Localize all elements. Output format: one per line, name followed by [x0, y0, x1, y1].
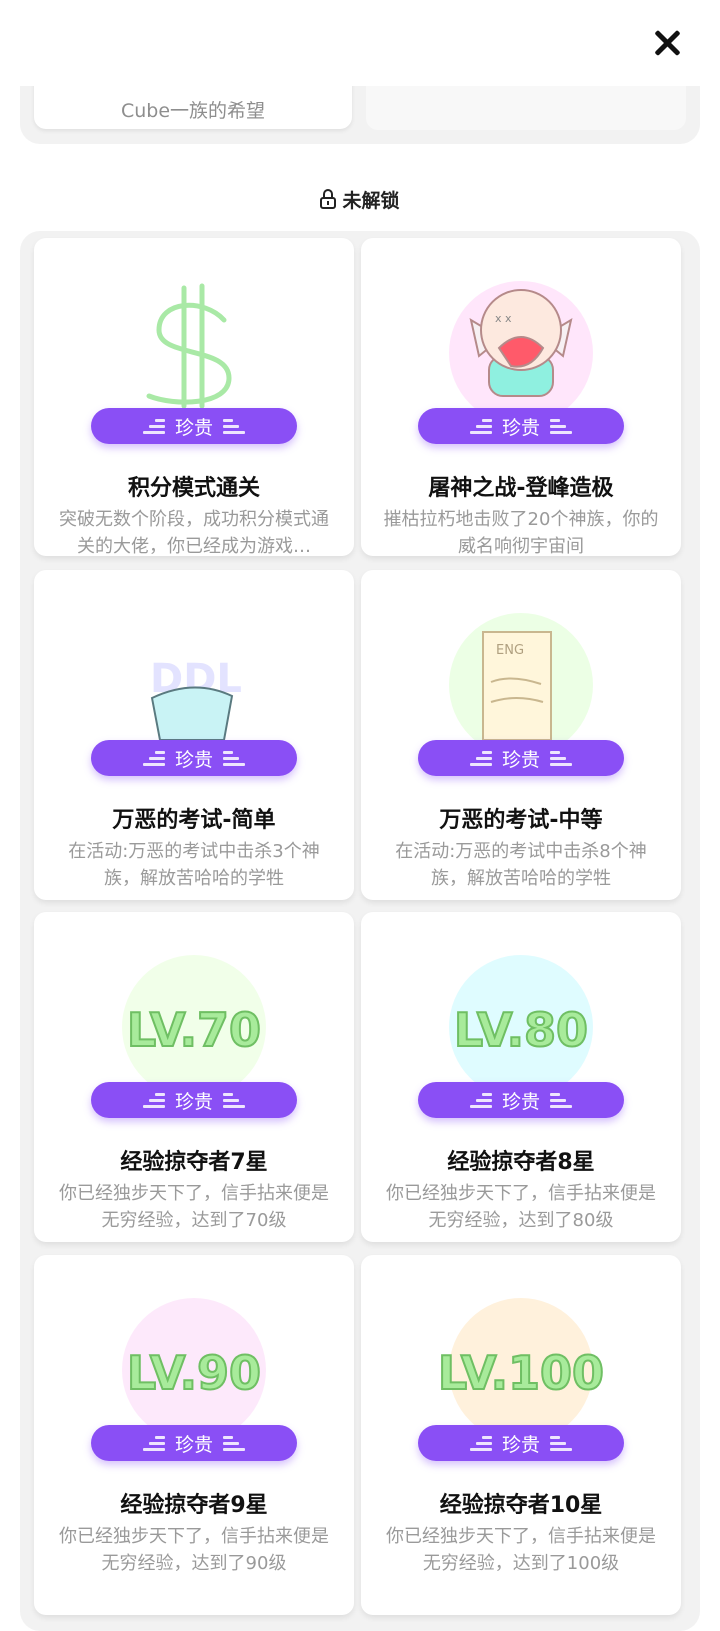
achievement-card[interactable]: DDL 珍贵 万恶的考试-简单 在活动:万恶的考试中击杀3个神族，解放苦哈哈的学… [34, 570, 354, 900]
achievement-card[interactable]: LV.90 珍贵 经验掠夺者9星 你已经独步天下了，信手拈来便是无穷经验，达到了… [34, 1255, 354, 1615]
rarity-label: 珍贵 [501, 1433, 540, 1456]
rarity-label: 珍贵 [501, 416, 540, 439]
achievement-title: 经验掠夺者7星 [120, 1150, 268, 1175]
achievement-art: DDL [34, 570, 354, 740]
achievement-card[interactable]: LV.100 珍贵 经验掠夺者10星 你已经独步天下了，信手拈来便是无穷经验，达… [361, 1255, 681, 1615]
lv-illustration: LV.80 [449, 955, 593, 1082]
lv-illustration: LV.100 [437, 1298, 605, 1425]
achievement-art: LV.80 [361, 912, 681, 1082]
badge-stripes-left-icon [142, 1435, 165, 1451]
lock-icon [320, 189, 337, 209]
achievement-description: 你已经独步天下了，信手拈来便是无穷经验，达到了80级 [386, 1183, 656, 1231]
badge-stripes-left-icon [142, 1092, 165, 1108]
rarity-label: 珍贵 [174, 748, 213, 771]
achievement-description: 突破无数个阶段，成功积分模式通关的大佬，你已经成为游戏… [59, 509, 329, 556]
svg-text:LV.80: LV.80 [454, 1003, 588, 1057]
badge-stripes-right-icon [550, 418, 572, 434]
achievement-art [34, 238, 354, 408]
achievement-description: 在活动:万恶的考试中击杀8个神族，解放苦哈哈的学牲 [395, 841, 647, 889]
badge-stripes-right-icon [223, 418, 245, 434]
achievement-title: 万恶的考试-中等 [439, 808, 603, 833]
achievement-title: 积分模式通关 [127, 476, 260, 501]
achievement-card[interactable]: 珍贵 积分模式通关 突破无数个阶段，成功积分模式通关的大佬，你已经成为游戏… [34, 238, 354, 556]
badge-stripes-left-icon [469, 1092, 492, 1108]
rarity-badge: 珍贵 [91, 740, 297, 776]
rarity-badge: 珍贵 [91, 1425, 297, 1461]
dollar-sign-illustration [146, 283, 232, 408]
locked-section-header: 未解锁 [0, 184, 720, 214]
rarity-badge: 珍贵 [418, 1082, 624, 1118]
rarity-badge: 珍贵 [418, 408, 624, 444]
achievement-card[interactable]: ENG 珍贵 万恶的考试-中等 在活动:万恶的考试中击杀8个神族，解放苦哈哈的学… [361, 570, 681, 900]
achievement-title: 屠神之战-登峰造极 [428, 476, 614, 501]
top-bar [0, 0, 720, 86]
achievement-art: ENG [361, 570, 681, 740]
rarity-label: 珍贵 [174, 416, 213, 439]
achievement-description: 你已经独步天下了，信手拈来便是无穷经验，达到了100级 [386, 1526, 656, 1574]
badge-stripes-right-icon [550, 750, 572, 766]
achievement-card[interactable]: x x 珍贵 屠神之战-登峰造极 摧枯拉朽地击败了20个神族，你的威名响彻宇宙间 [361, 238, 681, 556]
rarity-label: 珍贵 [174, 1090, 213, 1113]
lv-illustration: LV.90 [122, 1298, 266, 1425]
badge-stripes-right-icon [223, 1435, 245, 1451]
rarity-badge: 珍贵 [91, 1082, 297, 1118]
svg-text:LV.70: LV.70 [127, 1003, 261, 1057]
badge-stripes-left-icon [142, 418, 165, 434]
svg-text:LV.100: LV.100 [438, 1346, 604, 1400]
achievement-art: LV.90 [34, 1255, 354, 1425]
rarity-badge: 珍贵 [418, 1425, 624, 1461]
badge-stripes-left-icon [469, 1435, 492, 1451]
achievement-title: 万恶的考试-简单 [112, 808, 276, 833]
close-icon[interactable] [652, 28, 682, 58]
achievement-title: 经验掠夺者9星 [120, 1493, 268, 1518]
badge-stripes-right-icon [223, 750, 245, 766]
badge-stripes-right-icon [550, 1092, 572, 1108]
achievement-description: 在活动:万恶的考试中击杀3个神族，解放苦哈哈的学牲 [68, 841, 320, 889]
crying-cube-illustration: x x [449, 281, 593, 408]
achievement-title: 经验掠夺者10星 [439, 1493, 603, 1518]
achievement-description: 摧枯拉朽地击败了20个神族，你的威名响彻宇宙间 [383, 509, 659, 556]
rarity-label: 珍贵 [501, 748, 540, 771]
badge-stripes-left-icon [469, 750, 492, 766]
svg-text:ENG: ENG [496, 643, 524, 658]
achievement-art: x x [361, 238, 681, 408]
achievement-description: Cube一族的希望 [120, 100, 266, 122]
lv-illustration: LV.70 [122, 955, 266, 1082]
achievement-title: 经验掠夺者8星 [447, 1150, 595, 1175]
achievement-art: LV.100 [361, 1255, 681, 1425]
achievement-card[interactable]: LV.80 珍贵 经验掠夺者8星 你已经独步天下了，信手拈来便是无穷经验，达到了… [361, 912, 681, 1242]
achievement-card[interactable]: LV.70 珍贵 经验掠夺者7星 你已经独步天下了，信手拈来便是无穷经验，达到了… [34, 912, 354, 1242]
badge-stripes-right-icon [223, 1092, 245, 1108]
rarity-badge: 珍贵 [418, 740, 624, 776]
svg-text:LV.90: LV.90 [127, 1346, 261, 1400]
achievement-description: 你已经独步天下了，信手拈来便是无穷经验，达到了90级 [59, 1526, 329, 1574]
rarity-label: 珍贵 [501, 1090, 540, 1113]
badge-stripes-left-icon [469, 418, 492, 434]
achievement-description: 你已经独步天下了，信手拈来便是无穷经验，达到了70级 [59, 1183, 329, 1231]
badge-stripes-right-icon [550, 1435, 572, 1451]
ddl-ice-illustration: DDL [150, 656, 242, 740]
rarity-badge: 珍贵 [91, 408, 297, 444]
svg-text:x x: x x [495, 312, 512, 325]
section-title: 未解锁 [342, 189, 400, 212]
achievement-art: LV.70 [34, 912, 354, 1082]
rarity-label: 珍贵 [174, 1433, 213, 1456]
eng-paper-illustration: ENG [449, 613, 593, 740]
badge-stripes-left-icon [142, 750, 165, 766]
